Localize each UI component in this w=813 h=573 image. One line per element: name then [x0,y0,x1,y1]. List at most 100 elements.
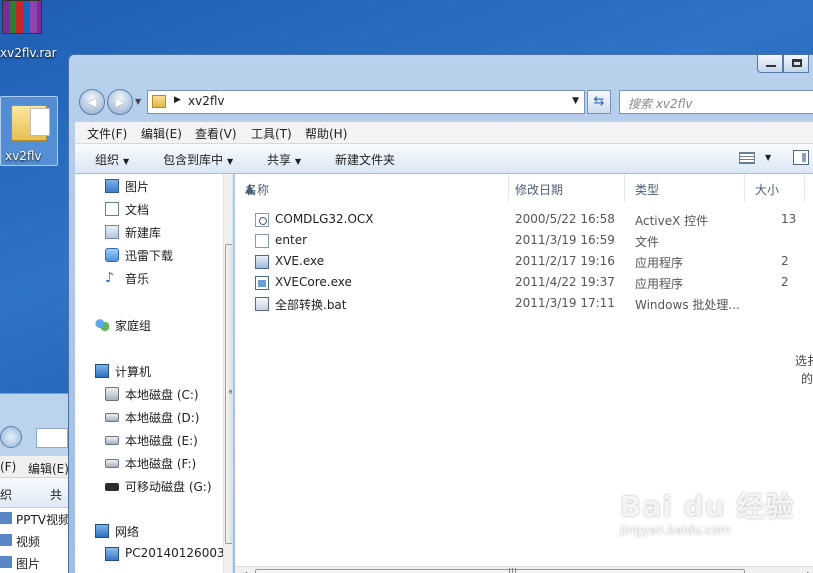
minimize-button[interactable] [757,55,783,73]
share-button[interactable]: 共享 ▼ [267,151,301,168]
grip-icon: ≡ [228,387,232,396]
nav-item-label: 本地磁盘 (C:) [125,388,199,402]
maximize-icon [792,59,802,67]
rar-file-icon[interactable]: xv2flv.rar [0,0,57,60]
menubar: 文件(F) 编辑(E) 查看(V) 工具(T) 帮助(H) [75,122,813,144]
recent-pages-dropdown[interactable]: ▼ [135,97,141,106]
nav-item-label: 计算机 [115,365,152,379]
menu-view[interactable]: 查看(V) [195,125,237,142]
folder-icon [11,105,50,141]
bg-list-item[interactable]: 视频 [0,530,72,552]
nav-scrollbar-thumb[interactable]: ≡ [225,244,232,544]
file-type: 应用程序 [635,277,684,291]
video-folder-icon [0,512,12,524]
nav-item-label: 家庭组 [115,319,152,333]
file-date: 2011/3/19 17:11 [515,296,615,310]
nav-item-label: 迅雷下载 [125,249,174,263]
bg-organize-button[interactable]: 织 [0,486,12,503]
search-input[interactable]: 搜索 xv2flv [619,90,813,114]
nav-scrollbar[interactable]: ≡ [223,174,232,573]
network-icon [95,524,109,538]
archive-icon [2,0,42,34]
file-row[interactable]: COMDLG32.OCX 2000/5/22 16:58 ActiveX 控件 … [235,210,813,230]
include-in-library-button[interactable]: 包含到库中 ▼ [163,151,233,168]
bg-list-item[interactable]: PPTV视频 [0,508,72,530]
application-icon [255,276,269,290]
menu-file[interactable]: 文件(F) [87,125,127,142]
bg-menubar: (F) 编辑(E) [0,456,72,478]
bg-address-bar[interactable] [36,428,68,448]
file-date: 2011/2/17 19:16 [515,254,615,268]
back-button[interactable]: ◀ [79,89,105,115]
grip-icon: ||| [508,568,518,573]
bg-back-button[interactable] [0,426,22,448]
nav-item-label: PC20140126003 [125,546,225,560]
menu-edit[interactable]: 编辑(E) [141,125,182,142]
bg-list-item-label: 图片 [16,557,41,571]
file-name: XVE.exe [275,254,325,268]
computer-icon [95,364,109,378]
download-icon [105,248,119,262]
file-size: 13 [781,212,797,226]
bg-menu-file[interactable]: (F) [0,460,16,474]
menu-help[interactable]: 帮助(H) [305,125,347,142]
organize-button[interactable]: 组织 ▼ [95,151,129,168]
nav-item-label: 图片 [125,180,150,194]
bg-list-item[interactable]: 图片 [0,552,72,573]
breadcrumb-chevron-icon[interactable]: ▶ [174,95,181,105]
homegroup-icon [95,318,109,332]
preview-pane-hint: 选扌 的 [795,352,813,388]
bg-list-item-label: PPTV视频 [16,513,71,527]
maximize-button[interactable] [783,55,809,73]
file-type: 文件 [635,235,660,249]
desktop-folder-icon[interactable]: xv2flv [0,96,58,166]
watermark-logo: Bai du 经验 [620,490,795,523]
system-drive-icon [105,387,119,401]
activex-file-icon [255,213,269,227]
bg-menu-edit[interactable]: 编辑(E) [28,460,69,477]
file-row[interactable]: XVECore.exe 2011/4/22 19:37 应用程序 2 [235,273,813,293]
nav-item-label: 网络 [115,525,140,539]
file-name: 全部转换.bat [275,298,347,312]
file-size: 2 [781,254,789,268]
arrow-left-icon: ◀ [87,95,97,109]
library-icon [105,225,119,239]
column-header-type[interactable]: 类型 [625,174,745,202]
horizontal-scrollbar[interactable]: ◀ ||| ▶ [235,566,813,573]
documents-icon [105,202,119,216]
horizontal-scrollbar-thumb[interactable]: ||| [255,568,745,573]
breadcrumb-segment[interactable]: xv2flv [188,94,225,108]
menu-tools[interactable]: 工具(T) [251,125,292,142]
organize-label: 组织 [95,153,120,167]
new-folder-button[interactable]: 新建文件夹 [335,151,395,168]
file-row[interactable]: 全部转换.bat 2011/3/19 17:11 Windows 批处理... [235,294,813,314]
file-name: XVECore.exe [275,275,352,289]
window-controls [757,55,813,77]
bg-list-item-label: 视频 [16,535,41,549]
arrow-right-icon: ▶ [115,95,125,109]
refresh-button[interactable]: ⇆ [587,90,611,114]
nav-item-label: 本地磁盘 (F:) [125,457,197,471]
column-header-size[interactable]: 大小 [745,174,805,202]
background-window[interactable]: (F) 编辑(E) 织 共 PPTV视频 视频 图片 [0,393,72,573]
bg-share-button[interactable]: 共 [50,486,62,503]
column-header-label: 大小 [755,183,780,197]
column-header-name[interactable]: 名称 ▲ [235,174,509,202]
column-header-date[interactable]: 修改日期 [505,174,625,202]
removable-drive-icon [105,483,119,491]
chevron-down-icon[interactable]: ▼ [572,96,579,106]
file-row[interactable]: XVE.exe 2011/2/17 19:16 应用程序 2 [235,252,813,272]
folder-paper-icon [30,108,50,136]
share-label: 共享 [267,153,292,167]
watermark-url: jingyan.baidu.com [620,523,731,537]
view-options-icon[interactable] [739,152,755,164]
forward-button[interactable]: ▶ [107,89,133,115]
preview-pane-icon[interactable] [793,150,809,165]
chevron-down-icon[interactable]: ▼ [765,153,771,162]
batch-file-icon [255,297,269,311]
address-bar[interactable]: ▶ xv2flv ▼ [147,90,585,114]
file-row[interactable]: enter 2011/3/19 16:59 文件 [235,231,813,251]
bg-toolbar: 织 共 [0,478,72,508]
pictures-icon [105,179,119,193]
music-icon: ♪ [105,270,114,286]
